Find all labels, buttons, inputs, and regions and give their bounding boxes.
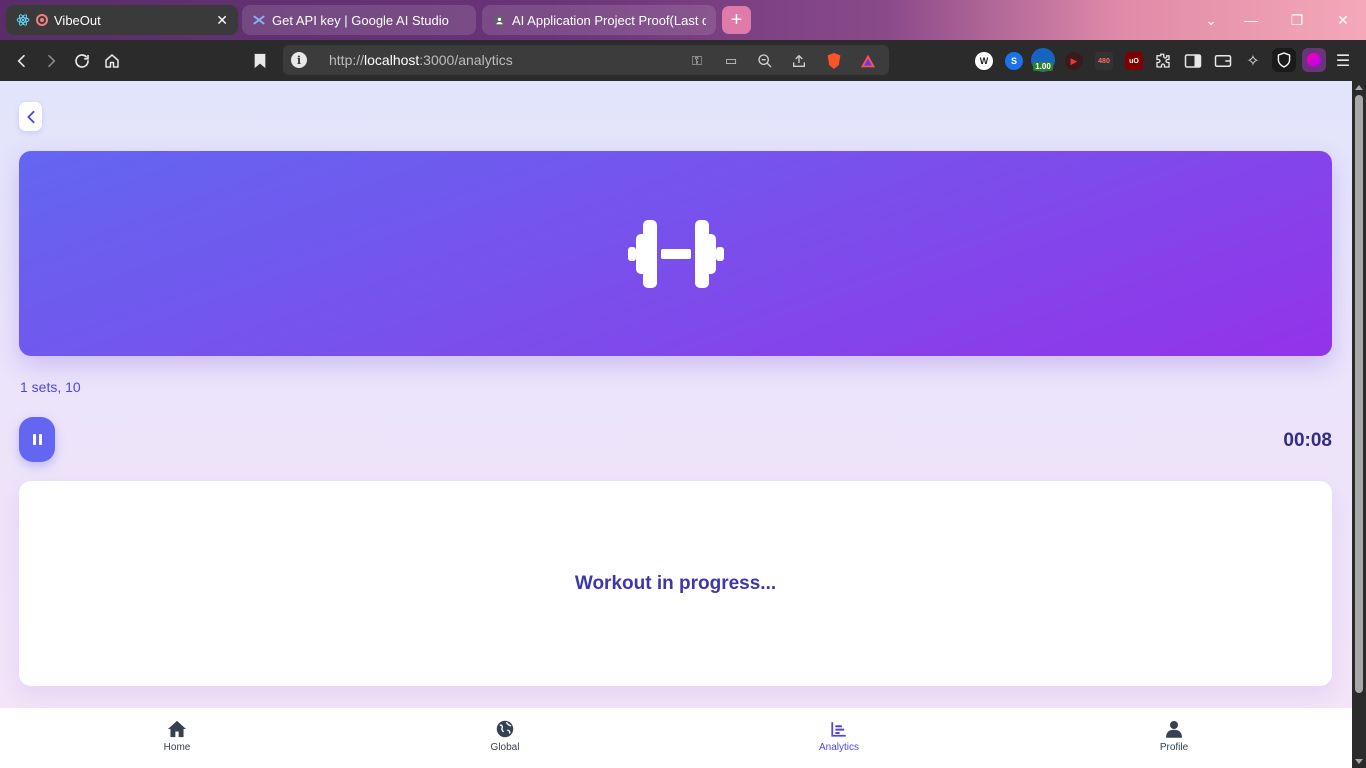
tab-title: VibeOut	[54, 12, 101, 28]
tab-ai-application[interactable]: AI Application Project Proof(Last da	[482, 5, 716, 35]
ai-studio-icon	[252, 13, 266, 27]
bookmark-icon[interactable]	[247, 48, 273, 74]
recording-icon	[36, 14, 48, 26]
react-icon	[16, 13, 30, 27]
tab-title: AI Application Project Proof(Last da	[512, 12, 706, 28]
install-icon[interactable]: ▭	[721, 52, 741, 70]
reload-icon[interactable]	[69, 48, 95, 74]
leo-ai-icon[interactable]: ✧	[1244, 52, 1262, 70]
shazam-extension-icon[interactable]: S	[1005, 52, 1023, 70]
profile-avatar-icon[interactable]	[1302, 48, 1326, 72]
home-icon	[168, 720, 186, 738]
zoom-icon[interactable]	[755, 52, 775, 70]
nav-label: Analytics	[818, 742, 859, 753]
sidebar-toggle-icon[interactable]	[1184, 52, 1202, 70]
back-nav-icon[interactable]	[9, 48, 35, 74]
sets-reps-text: 1 sets, 10	[20, 379, 81, 395]
pause-icon-bar	[38, 434, 42, 445]
scroll-down-icon[interactable]	[1355, 759, 1363, 764]
back-button[interactable]	[19, 102, 42, 131]
document-icon	[492, 13, 506, 27]
tab-google-ai-studio[interactable]: Get API key | Google AI Studio	[242, 5, 476, 35]
nav-item-global[interactable]: Global	[465, 720, 545, 753]
key-icon[interactable]: ⚿	[687, 52, 707, 70]
restore-button[interactable]: ❐	[1274, 0, 1320, 40]
workout-status-text: Workout in progress...	[574, 572, 777, 594]
url-text: http://localhost:3000/analytics	[329, 52, 513, 68]
profile-icon	[1166, 721, 1182, 738]
brave-rewards-icon[interactable]	[858, 52, 878, 70]
browser-toolbar: i http://localhost:3000/analytics ⚿ ▭ W …	[0, 40, 1366, 81]
resolution-extension-icon[interactable]: 480	[1095, 52, 1113, 70]
bottom-navigation: Home Global Analytics Profile	[0, 708, 1352, 768]
dumbbell-icon	[627, 219, 724, 288]
share-icon[interactable]	[789, 52, 809, 70]
nav-item-profile[interactable]: Profile	[1134, 720, 1214, 753]
video-extension-icon[interactable]: ▶	[1065, 52, 1083, 70]
scrollbar-thumb[interactable]	[1355, 95, 1363, 693]
menu-icon[interactable]: ☰	[1334, 52, 1352, 70]
page-scrollbar[interactable]	[1352, 81, 1366, 768]
extensions-puzzle-icon[interactable]	[1154, 52, 1172, 70]
tab-vibeout[interactable]: VibeOut ✕	[6, 5, 238, 35]
home-nav-icon[interactable]	[99, 48, 125, 74]
brave-shield-icon[interactable]	[824, 52, 844, 70]
vpn-shield-icon[interactable]	[1272, 48, 1296, 72]
scroll-up-icon[interactable]	[1355, 85, 1363, 90]
nav-label: Global	[490, 742, 520, 753]
close-window-button[interactable]: ✕	[1320, 0, 1366, 40]
browser-tab-bar: VibeOut ✕ Get API key | Google AI Studio…	[0, 0, 1366, 40]
wallet-icon[interactable]	[1214, 52, 1232, 70]
site-info-icon[interactable]: i	[291, 52, 307, 68]
nav-label: Home	[163, 742, 191, 753]
address-bar[interactable]: i http://localhost:3000/analytics ⚿ ▭	[283, 45, 889, 75]
new-tab-button[interactable]: +	[722, 6, 751, 34]
analytics-page: 1 sets, 10 00:08 Workout in progress...	[0, 81, 1352, 708]
analytics-icon	[831, 722, 846, 737]
close-tab-icon[interactable]: ✕	[216, 12, 228, 29]
tab-title: Get API key | Google AI Studio	[272, 12, 449, 28]
chevron-left-icon	[26, 110, 35, 123]
workout-timer: 00:08	[1283, 430, 1332, 451]
nav-label: Profile	[1159, 742, 1189, 753]
exercise-hero-banner	[19, 151, 1332, 356]
globe-icon	[496, 720, 514, 738]
speed-extension-icon[interactable]: 1.00	[1031, 48, 1055, 72]
minimize-button[interactable]: —	[1228, 0, 1274, 40]
nav-item-home[interactable]: Home	[137, 720, 217, 753]
wordpress-extension-icon[interactable]: W	[975, 52, 993, 70]
workout-status-card: Workout in progress...	[19, 481, 1332, 686]
forward-nav-icon[interactable]	[38, 48, 64, 74]
pause-button[interactable]	[19, 417, 55, 462]
ublock-extension-icon[interactable]: uO	[1125, 52, 1143, 70]
nav-item-analytics[interactable]: Analytics	[799, 720, 879, 753]
pause-icon	[32, 434, 36, 445]
